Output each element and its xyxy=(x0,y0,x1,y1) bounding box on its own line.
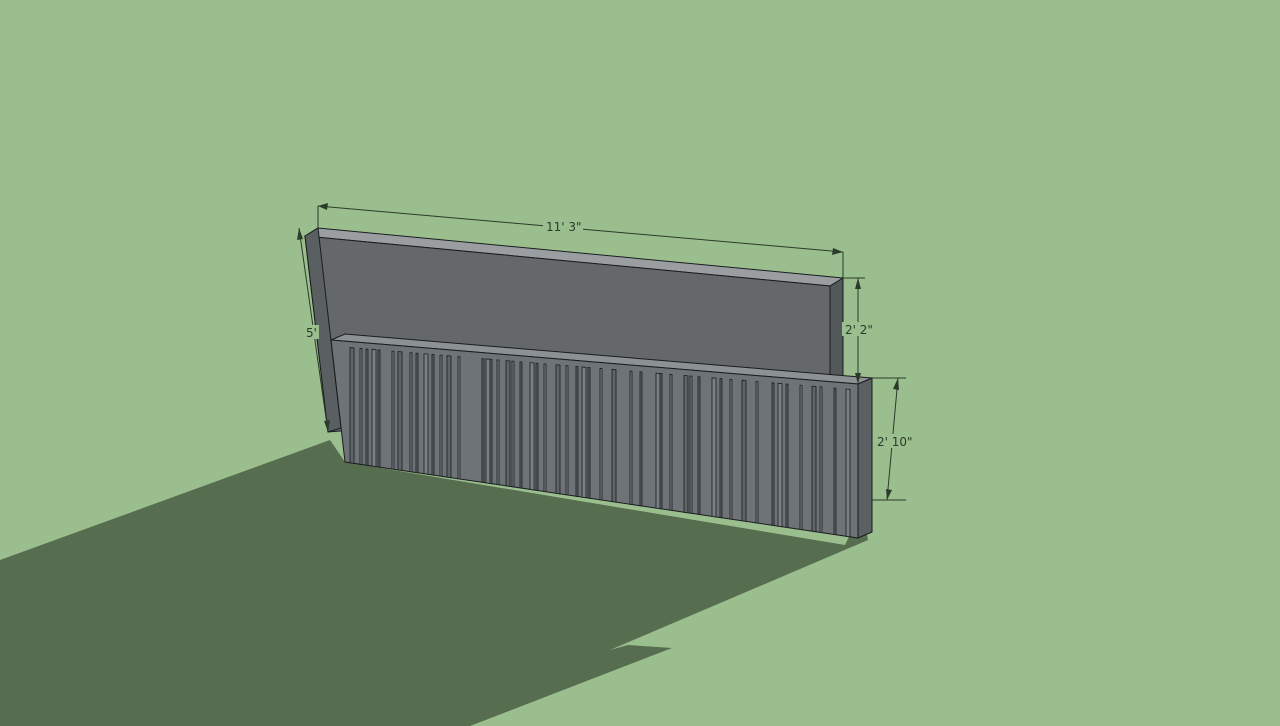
base-rib xyxy=(505,360,511,487)
dimension-base-height[interactable]: 2' 10" xyxy=(872,377,914,501)
3d-model-canvas[interactable]: 11' 3" 5' 2' 2" 2' 10" xyxy=(0,0,1280,726)
dimension-wall-height-label: 5' xyxy=(306,326,317,340)
base-rib xyxy=(391,350,395,470)
base-rib xyxy=(496,359,500,486)
base-rib xyxy=(439,354,443,477)
base-rib xyxy=(519,361,523,489)
base-rib xyxy=(529,362,535,491)
base-rib xyxy=(719,378,723,519)
base-rib xyxy=(833,387,837,536)
base-rib xyxy=(629,370,633,505)
base-rib xyxy=(689,375,693,514)
base-rib xyxy=(599,368,603,501)
base-rib xyxy=(845,388,851,538)
dimension-upper-offset[interactable]: 2' 2" xyxy=(842,277,876,384)
base-rib xyxy=(697,376,701,516)
base-rib xyxy=(587,367,591,499)
base-rib xyxy=(611,369,617,503)
base-rib xyxy=(659,373,663,510)
dimension-upper-offset-label: 2' 2" xyxy=(845,323,873,337)
base-rib xyxy=(485,358,491,484)
base-rib xyxy=(349,347,355,464)
base-rib xyxy=(359,347,363,465)
base-rib xyxy=(365,348,369,466)
base-rib xyxy=(799,384,803,531)
base-rib xyxy=(377,349,381,468)
base-rib xyxy=(415,352,419,474)
base-rib xyxy=(489,358,493,485)
base-rib xyxy=(711,377,717,518)
base-rib xyxy=(446,355,452,479)
base-rib xyxy=(575,366,579,497)
base-rib xyxy=(555,364,561,495)
base-rib xyxy=(729,378,733,520)
base-rib xyxy=(581,366,587,499)
base-rib xyxy=(511,360,515,488)
base-rib xyxy=(669,373,673,511)
base-rib xyxy=(543,363,547,493)
base-rib xyxy=(535,362,539,492)
base-rib xyxy=(457,356,461,480)
base-rib xyxy=(771,382,775,527)
base-rib xyxy=(423,353,429,475)
base-rib xyxy=(655,372,661,510)
base-rib xyxy=(431,353,435,476)
base-rib xyxy=(371,348,377,468)
base-rib xyxy=(755,381,759,524)
base-rib xyxy=(819,386,823,534)
base-rib xyxy=(397,351,403,471)
base-rib xyxy=(481,358,485,484)
sketchup-viewport[interactable]: 11' 3" 5' 2' 2" 2' 10" xyxy=(0,0,1280,726)
base-rib xyxy=(409,352,413,473)
base-end xyxy=(857,377,873,539)
base-rib xyxy=(785,383,789,529)
dimension-base-height-label: 2' 10" xyxy=(877,435,913,449)
base-rib xyxy=(811,385,817,533)
base-rib xyxy=(777,382,783,528)
base-rib xyxy=(683,375,689,514)
base-rib xyxy=(639,371,643,507)
base-rib xyxy=(565,365,569,496)
dimension-length-label: 11' 3" xyxy=(546,220,582,234)
base-rib xyxy=(741,379,747,522)
